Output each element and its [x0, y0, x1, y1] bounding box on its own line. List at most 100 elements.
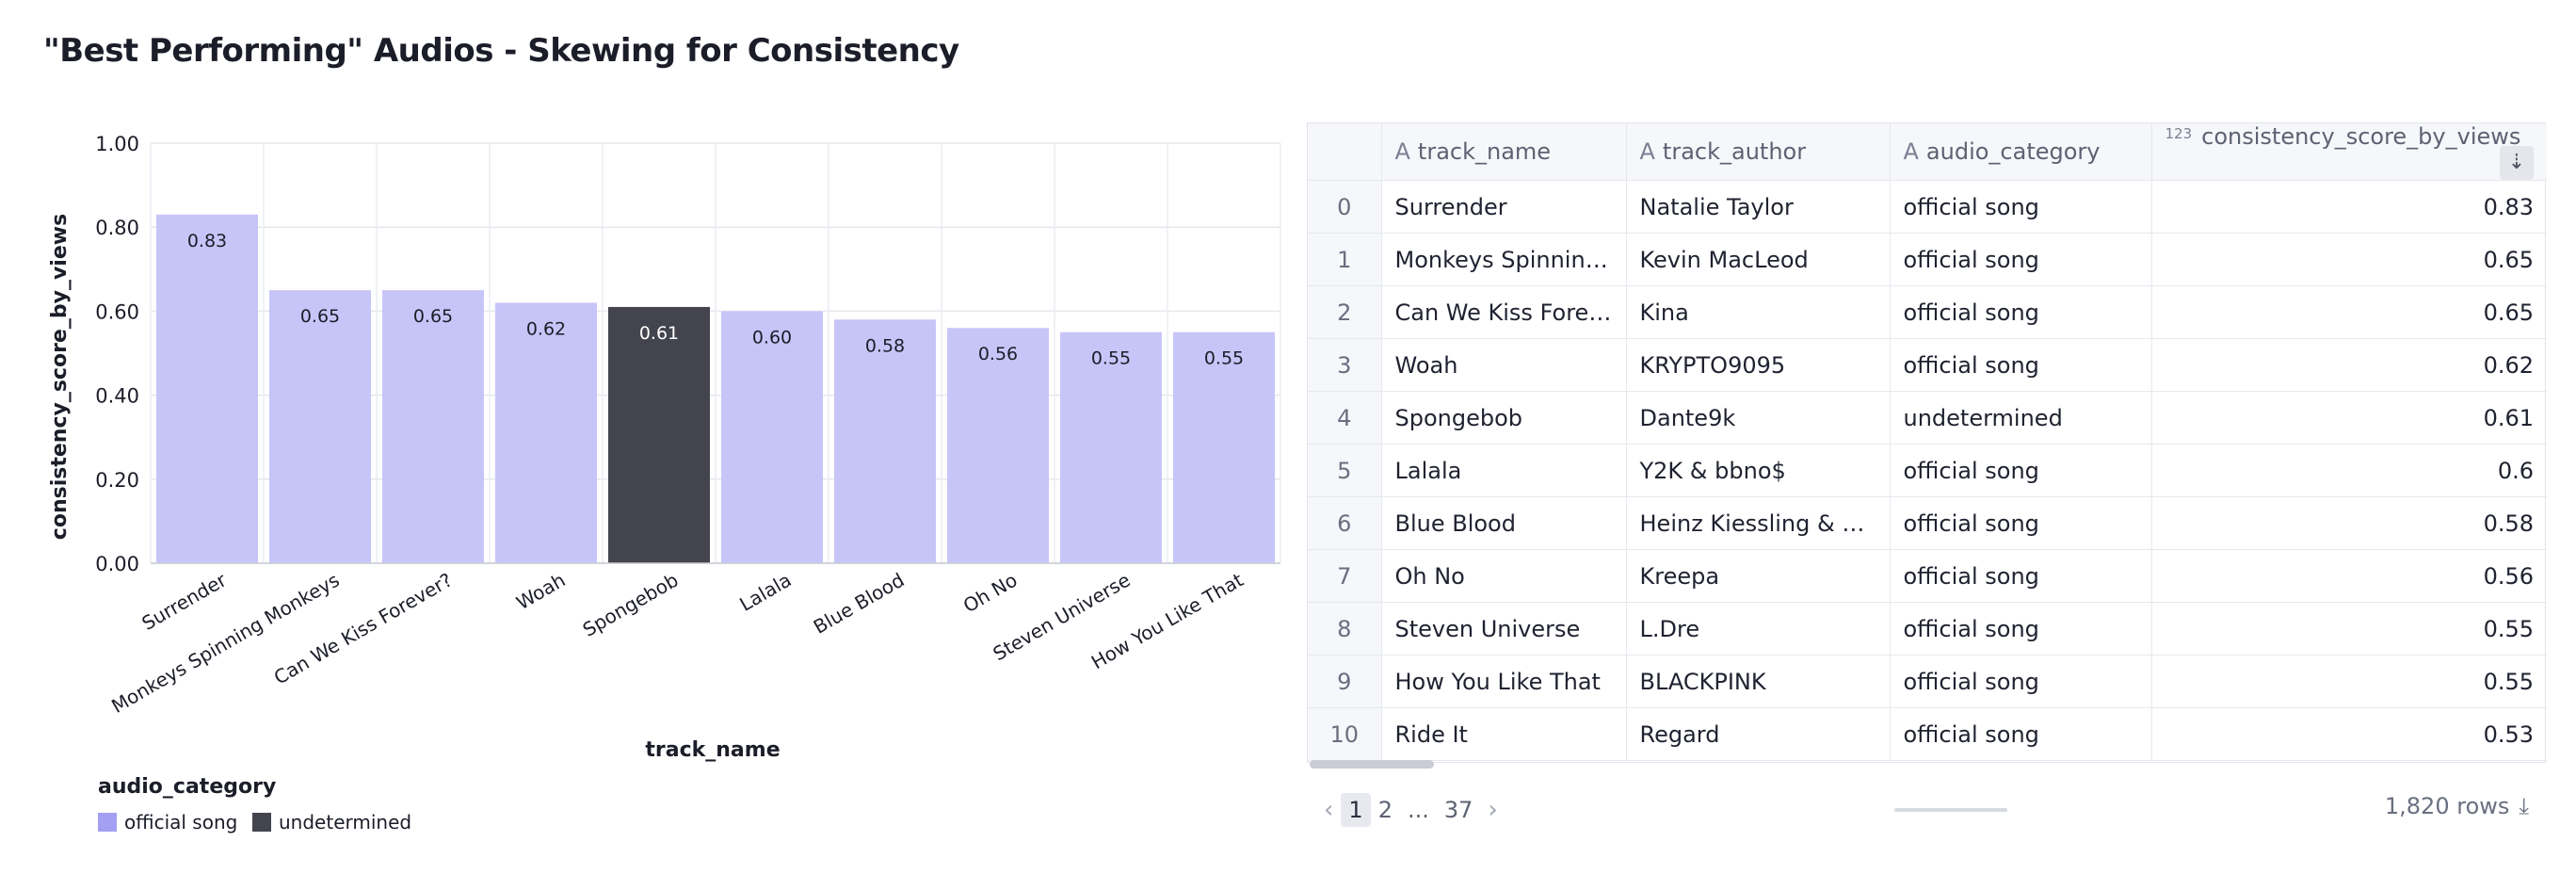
cell-track-author[interactable]: L.Dre	[1626, 602, 1891, 656]
sort-desc-icon[interactable]: ⇣	[2500, 146, 2534, 180]
bar[interactable]	[269, 290, 371, 563]
cell-audio-category[interactable]: official song	[1890, 707, 2152, 761]
prev-page-button[interactable]: ‹	[1316, 793, 1341, 827]
cell-consistency-score[interactable]: 0.65	[2151, 285, 2547, 339]
bar[interactable]	[382, 290, 484, 563]
page-2-button[interactable]: 2	[1371, 793, 1400, 827]
legend-label-official-song: official song	[124, 811, 237, 834]
y-tick-label: 1.00	[95, 133, 139, 155]
cell-consistency-score[interactable]: 0.61	[2151, 391, 2547, 445]
table-row[interactable]: 4 Spongebob Dante9k undetermined 0.61	[1308, 391, 2547, 445]
cell-track-name[interactable]: Monkeys Spinning Monkeys	[1381, 233, 1627, 286]
table-row[interactable]: 1Monkeys Spinning MonkeysKevin MacLeodof…	[1308, 233, 2547, 286]
table-row[interactable]: 8 Steven Universe L.Dre official song 0.55	[1308, 602, 2547, 656]
cell-consistency-score[interactable]: 0.83	[2151, 180, 2547, 234]
cell-audio-category[interactable]: official song	[1890, 285, 2152, 339]
cell-consistency-score[interactable]: 0.53	[2151, 707, 2547, 761]
bar[interactable]	[608, 306, 710, 563]
column-header-track-name[interactable]: Atrack_name	[1381, 123, 1627, 181]
page-ellipsis: ...	[1407, 797, 1429, 823]
cell-track-author[interactable]: KRYPTO9095	[1626, 338, 1891, 392]
y-axis-title: consistency_score_by_views	[48, 214, 72, 540]
cell-audio-category[interactable]: official song	[1890, 338, 2152, 392]
cell-track-name[interactable]: Blue Blood	[1381, 496, 1627, 550]
download-icon[interactable]: ⤓	[2519, 793, 2529, 819]
table-row[interactable]: 7 Oh No Kreepa official song 0.56	[1308, 549, 2547, 603]
next-page-button[interactable]: ›	[1480, 793, 1505, 827]
cell-consistency-score[interactable]: 0.62	[2151, 338, 2547, 392]
table-row[interactable]: 9 How You Like That BLACKPINK official song…	[1308, 655, 2547, 708]
x-axis-title: track_name	[645, 738, 780, 762]
horizontal-scrollbar[interactable]	[1310, 760, 1434, 769]
table-row[interactable]: 5 Lalala Y2K & bbno$ official song 0.6	[1308, 444, 2547, 497]
cell-track-name[interactable]: Surrender	[1381, 180, 1627, 234]
cell-track-author[interactable]: Kina	[1626, 285, 1891, 339]
x-tick-label: Lalala	[735, 569, 795, 616]
table-row[interactable]: 0 Surrender Natalie Taylor official song 0.8…	[1308, 180, 2547, 234]
cell-track-name[interactable]: How You Like That	[1381, 655, 1627, 708]
cell-track-author[interactable]: Kreepa	[1626, 549, 1891, 603]
cell-track-author[interactable]: Regard	[1626, 707, 1891, 761]
table-row[interactable]: 3 Woah KRYPTO9095 official song 0.62	[1308, 338, 2547, 392]
cell-consistency-score[interactable]: 0.65	[2151, 233, 2547, 286]
column-header-consistency-score[interactable]: 123 consistency_score_by_views ⇣	[2151, 123, 2547, 181]
page-1-button[interactable]: 1	[1341, 793, 1371, 827]
row-index: 10	[1308, 707, 1382, 761]
text-type-icon: A	[1394, 138, 1410, 165]
cell-consistency-score[interactable]: 0.6	[2151, 444, 2547, 497]
row-index: 8	[1308, 602, 1382, 656]
cell-track-author[interactable]: Y2K & bbno$	[1626, 444, 1891, 497]
cell-track-author[interactable]: Heinz Kiessling & Various Artists	[1626, 496, 1891, 550]
cell-track-name[interactable]: Ride It	[1381, 707, 1627, 761]
cell-track-name[interactable]: Can We Kiss Forever?	[1381, 285, 1627, 339]
row-count: 1,820 rows ⤓	[2384, 793, 2529, 819]
cell-track-author[interactable]: Kevin MacLeod	[1626, 233, 1891, 286]
pagination: ‹ 1 2 ... 37 ›	[1316, 791, 1505, 829]
x-tick-label: Monkeys Spinning Monkeys	[107, 569, 343, 718]
column-header-track-author[interactable]: Atrack_author	[1626, 123, 1891, 181]
cell-track-name[interactable]: Lalala	[1381, 444, 1627, 497]
page-37-button[interactable]: 37	[1437, 793, 1481, 827]
legend-swatch-undetermined	[252, 813, 271, 832]
x-tick-label: Can We Kiss Forever?	[270, 569, 457, 689]
cell-track-name[interactable]: Steven Universe	[1381, 602, 1627, 656]
cell-track-author[interactable]: Dante9k	[1626, 391, 1891, 445]
cell-track-name[interactable]: Oh No	[1381, 549, 1627, 603]
cell-audio-category[interactable]: official song	[1890, 549, 2152, 603]
cell-audio-category[interactable]: official song	[1890, 444, 2152, 497]
x-tick-label: Surrender	[138, 568, 232, 635]
legend: audio_category official song undetermine…	[98, 775, 411, 834]
bar[interactable]	[156, 214, 258, 563]
cell-consistency-score[interactable]: 0.58	[2151, 496, 2547, 550]
data-table: Atrack_name Atrack_author Aaudio_categor…	[1308, 123, 2547, 761]
table-row[interactable]: 2 Can We Kiss Forever? Kina official song 0.…	[1308, 285, 2547, 339]
cell-track-author[interactable]: Natalie Taylor	[1626, 180, 1891, 234]
cell-track-name[interactable]: Spongebob	[1381, 391, 1627, 445]
row-index: 1	[1308, 233, 1382, 286]
cell-consistency-score[interactable]: 0.55	[2151, 602, 2547, 656]
table-row[interactable]: 10 Ride It Regard official song 0.53	[1308, 707, 2547, 761]
row-index: 4	[1308, 391, 1382, 445]
cell-track-author[interactable]: BLACKPINK	[1626, 655, 1891, 708]
bar[interactable]	[721, 311, 823, 563]
y-tick-label: 0.20	[95, 469, 139, 492]
cell-consistency-score[interactable]: 0.55	[2151, 655, 2547, 708]
cell-audio-category[interactable]: undetermined	[1890, 391, 2152, 445]
row-index: 0	[1308, 180, 1382, 234]
bar-value-label: 0.56	[978, 344, 1018, 364]
bar[interactable]	[495, 302, 597, 563]
text-type-icon: A	[1903, 138, 1919, 165]
table-scroll-indicator[interactable]	[1894, 808, 2007, 812]
bar-value-label: 0.65	[413, 306, 453, 327]
row-index: 3	[1308, 338, 1382, 392]
cell-consistency-score[interactable]: 0.56	[2151, 549, 2547, 603]
column-header-audio-category[interactable]: Aaudio_category	[1890, 123, 2152, 181]
cell-audio-category[interactable]: official song	[1890, 496, 2152, 550]
cell-track-name[interactable]: Woah	[1381, 338, 1627, 392]
cell-audio-category[interactable]: official song	[1890, 180, 2152, 234]
table-row[interactable]: 6Blue BloodHeinz Kiessling & Various Art…	[1308, 496, 2547, 550]
cell-audio-category[interactable]: official song	[1890, 655, 2152, 708]
legend-swatch-official-song	[98, 813, 117, 832]
cell-audio-category[interactable]: official song	[1890, 233, 2152, 286]
cell-audio-category[interactable]: official song	[1890, 602, 2152, 656]
